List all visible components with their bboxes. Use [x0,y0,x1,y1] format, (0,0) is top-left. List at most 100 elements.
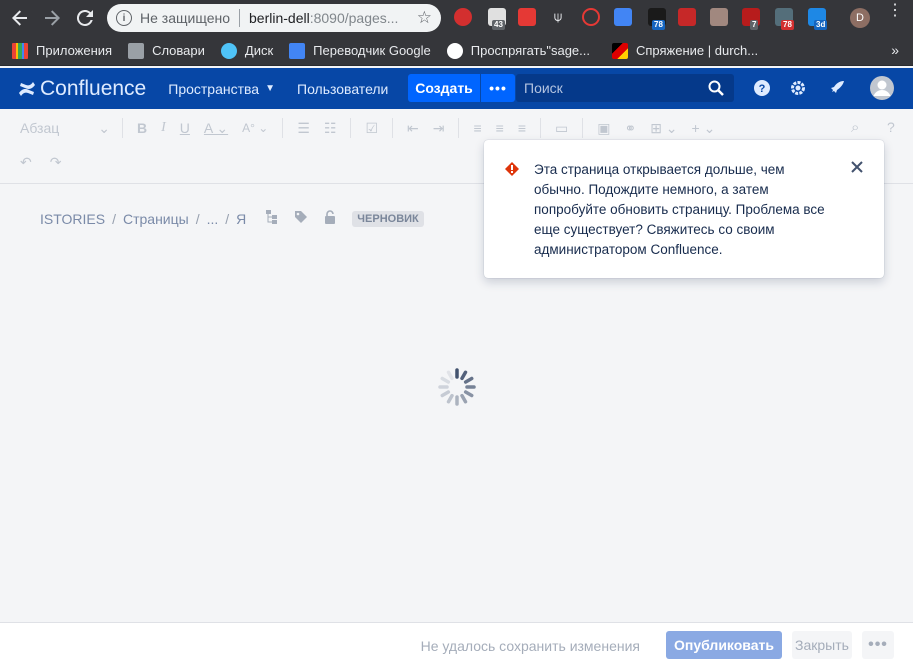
redo-icon[interactable]: ↷ [50,154,62,171]
bookmarks-overflow[interactable]: » [891,42,899,58]
extension-badge: 3d [814,20,828,30]
create-button[interactable]: Создать [408,74,480,102]
ublock-extension-icon[interactable]: 7 [742,8,760,30]
bold-icon[interactable]: B [137,120,147,136]
flag-icon [611,42,628,59]
extension-icon[interactable] [678,8,696,26]
link-icon[interactable]: ⚭ [624,120,636,137]
forward-icon[interactable] [39,5,65,31]
paragraph-style-select[interactable]: Абзац ⌄ [20,120,110,137]
spaces-menu[interactable]: Пространства ▼ [168,81,275,97]
settings-gear-icon[interactable] [788,78,808,98]
align-left-icon[interactable]: ≡ [473,120,481,136]
extension-icon[interactable]: 43 [488,8,506,30]
google-translate-icon [289,42,306,59]
block-extension-icon[interactable] [582,8,600,26]
svg-text:?: ? [759,83,766,95]
extension-badge: 43 [492,20,505,30]
bookmark-label: Проспрягать"sage... [470,43,590,58]
info-icon[interactable]: i [116,10,132,26]
browser-toolbar: i Не защищено berlin-dell:8090/pages... … [0,0,913,36]
bullet-list-icon[interactable]: ☰ [297,120,310,137]
restrictions-lock-icon[interactable] [324,210,336,227]
toolbar-row-formatting: Абзац ⌄ B I U A ⌄ A° ⌄ ☰ ☷ ☑ ⇤ ⇥ ≡ ≡ ≡ ▭… [0,113,729,143]
task-list-icon[interactable]: ☑ [365,120,378,137]
address-separator [239,9,240,27]
bookmark-label: Спряжение | durch... [635,43,759,58]
notification-message: Эта страница открывается дольше, чем обы… [534,162,825,257]
table-icon[interactable]: ⊞ ⌄ [650,120,677,137]
profile-avatar[interactable]: D [850,8,870,28]
search-icon[interactable] [708,80,724,96]
undo-icon[interactable]: ↶ [20,154,32,171]
address-bar[interactable]: i Не защищено berlin-dell:8090/pages... … [107,4,441,32]
bookmark-disk[interactable]: Диск [220,42,273,59]
user-avatar[interactable] [870,76,894,100]
find-replace-icon[interactable]: ⌕ [851,119,859,136]
breadcrumb: ISTORIES / Страницы / ... / Я ЧЕРНОВИК [40,210,424,227]
align-right-icon[interactable]: ≡ [518,120,526,136]
help-icon[interactable]: ? [752,78,772,98]
bookmark-conjugation-durch[interactable]: Спряжение | durch... [611,42,759,59]
people-link[interactable]: Пользователи [297,81,388,97]
create-more-button[interactable]: ••• [481,74,515,102]
adblock-extension-icon[interactable] [454,8,472,26]
translate-extension-icon[interactable] [614,8,632,26]
more-actions-button[interactable]: ••• [862,631,894,659]
bookmark-conjugate-sage[interactable]: Проспрягать"sage... [446,42,590,59]
more-formatting-icon[interactable]: A° ⌄ [242,121,268,135]
text-color-icon[interactable]: A ⌄ [204,120,228,137]
back-icon[interactable] [7,5,33,31]
bookmark-star-icon[interactable]: ☆ [417,8,432,28]
extension-icon[interactable]: ⍦ [549,8,567,26]
bookmark-apps[interactable]: Приложения [12,42,112,59]
breadcrumb-pages[interactable]: Страницы [123,211,189,227]
label-tag-icon[interactable] [294,210,308,227]
italic-icon[interactable]: I [161,120,166,136]
extension-icon[interactable]: 78 [775,8,794,30]
bookmarks-bar: Приложения Словари Диск Переводчик Googl… [0,36,913,66]
bookmark-label: Словари [152,43,205,58]
yandex-disk-icon [220,42,237,59]
browser-menu-icon[interactable]: ⋮ [887,3,903,19]
page-layout-icon[interactable]: ▭ [555,120,568,137]
underline-icon[interactable]: U [180,120,190,136]
toolbar-divider [582,118,584,138]
align-center-icon[interactable]: ≡ [496,120,504,136]
breadcrumb-separator: / [195,210,200,227]
toolbar-divider [282,118,284,138]
breadcrumb-separator: / [225,210,230,227]
security-label: Не защищено [140,10,230,26]
close-icon[interactable] [850,160,864,174]
warning-icon [505,162,519,176]
draft-status-badge: ЧЕРНОВИК [352,210,424,227]
extension-icon[interactable]: 3d [808,8,828,30]
url-path: :8090/pages... [309,10,399,26]
toolbar-divider [539,118,541,138]
page-tree-icon[interactable] [266,210,278,227]
indent-icon[interactable]: ⇥ [433,120,445,137]
extension-badge: 78 [652,20,665,30]
notifications-rocket-icon[interactable] [827,78,847,98]
chevron-down-icon: ▼ [265,83,275,94]
insert-more-icon[interactable]: + ⌄ [692,120,716,137]
help-shortcuts-icon[interactable]: ? [887,119,895,135]
bookmark-google-translate[interactable]: Переводчик Google [289,42,431,59]
breadcrumb-space[interactable]: ISTORIES [40,211,105,227]
confluence-logo[interactable]: Confluence [18,77,146,101]
close-button[interactable]: Закрыть [792,631,852,659]
breadcrumb-current[interactable]: Я [236,211,246,227]
extension-icon[interactable]: 78 [648,8,666,30]
publish-button[interactable]: Опубликовать [666,631,782,659]
bookmark-dictionaries[interactable]: Словари [128,42,205,59]
breadcrumb-ellipsis[interactable]: ... [207,211,219,227]
search-input[interactable]: Поиск [516,74,734,102]
reload-icon[interactable] [72,5,98,31]
extension-icon[interactable] [518,8,536,26]
toolbar-divider [122,118,123,138]
outdent-icon[interactable]: ⇤ [407,120,419,137]
numbered-list-icon[interactable]: ☷ [324,120,337,137]
image-icon[interactable]: ▣ [597,120,610,137]
extension-icon[interactable] [710,8,728,26]
editor-footer: Не удалось сохранить изменения Опубликов… [0,622,913,666]
